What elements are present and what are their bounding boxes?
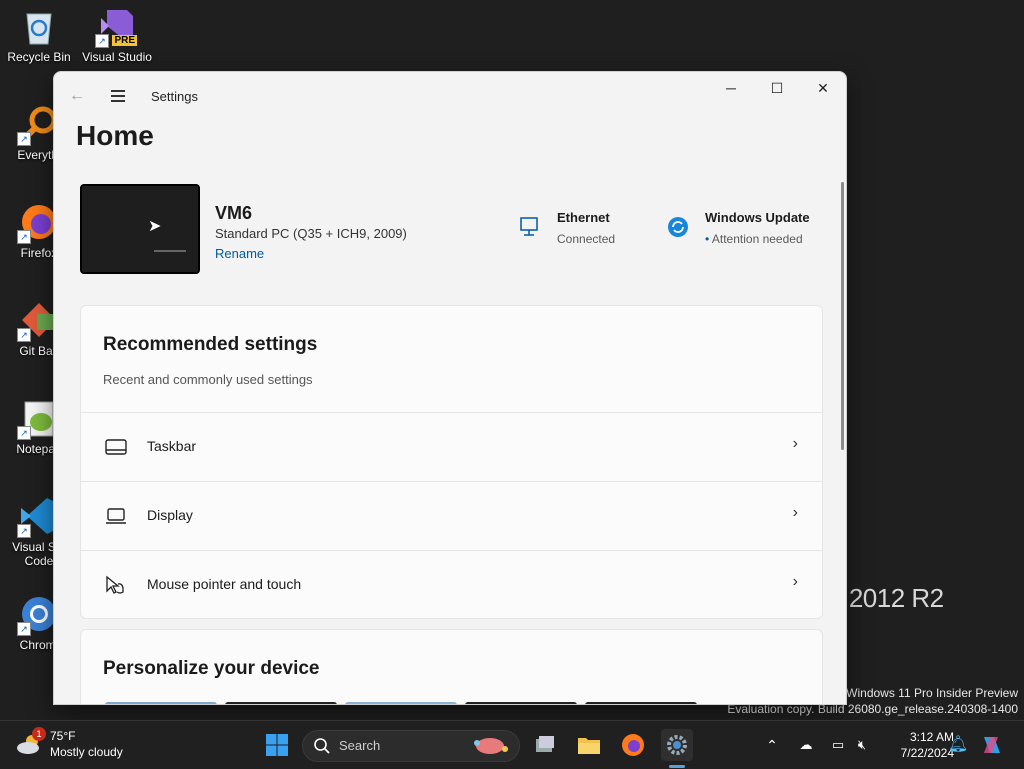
taskbar-search[interactable]: Search — [302, 730, 520, 762]
copilot-icon — [984, 737, 1000, 753]
pre-badge: PRE — [112, 35, 137, 46]
attention-dot-icon: • — [705, 232, 710, 246]
hamburger-line — [111, 95, 125, 97]
setting-row-taskbar[interactable]: Taskbar › — [81, 412, 822, 481]
setting-row-mouse-pointer[interactable]: Mouse pointer and touch › — [81, 550, 822, 619]
app-title: Settings — [151, 89, 198, 104]
setting-row-display[interactable]: Display › — [81, 481, 822, 550]
cloud-off-icon: ☁ — [799, 737, 813, 752]
rename-link[interactable]: Rename — [215, 246, 264, 261]
settings-taskbar-button[interactable] — [661, 729, 693, 761]
search-icon — [314, 738, 330, 754]
windows-logo-icon — [266, 734, 288, 756]
theme-thumbnail[interactable] — [465, 702, 577, 704]
desktop-icon-visual-studio[interactable]: PRE ↗ Visual Studio — [81, 6, 153, 64]
recommended-settings-card: Recommended settings Recent and commonly… — [80, 305, 823, 619]
personalize-title: Personalize your device — [103, 658, 320, 679]
firefox-taskbar-button[interactable] — [617, 729, 649, 761]
cursor-icon: ➤ — [148, 218, 162, 235]
back-arrow-icon: ← — [69, 87, 85, 104]
chevron-right-icon: › — [792, 573, 798, 590]
maximize-button[interactable]: ☐ — [754, 72, 800, 104]
desktop-icon-label: Recycle Bin — [7, 50, 71, 64]
recommended-settings-subtitle: Recent and commonly used settings — [103, 372, 313, 387]
copilot-button[interactable] — [976, 729, 1008, 761]
theme-thumbnail[interactable] — [585, 702, 697, 704]
shortcut-arrow-icon: ↗ — [17, 524, 31, 538]
settings-window: ← Settings ─ ☐ ✕ Home ➤ VM6 Standard PC … — [53, 71, 847, 705]
close-icon: ✕ — [817, 80, 829, 96]
progress-line — [154, 250, 186, 252]
chevron-right-icon: › — [792, 504, 798, 521]
hamburger-line — [111, 100, 125, 102]
setting-row-label: Mouse pointer and touch — [147, 576, 302, 592]
start-button[interactable] — [261, 729, 293, 761]
notification-badge: 1 — [32, 727, 46, 741]
windows-update-subtitle: • Attention needed — [705, 232, 803, 246]
file-explorer-button[interactable] — [573, 729, 605, 761]
setting-row-label: Display — [147, 507, 193, 523]
theme-thumbnail[interactable] — [345, 702, 457, 704]
personalize-card: Personalize your device — [80, 629, 823, 704]
notifications-button[interactable]: 🔔︎ — [942, 729, 974, 761]
shortcut-arrow-icon: ↗ — [17, 230, 31, 244]
weather-temperature: 75°F — [50, 729, 76, 743]
volume-muted-icon: 🔇︎ — [857, 737, 867, 752]
shortcut-arrow-icon: ↗ — [17, 426, 31, 440]
navigation-menu-button[interactable] — [106, 84, 130, 108]
taskbar: 1 75°F Mostly cloudy Search ⌃ ☁ ▭ 🔇︎ 3:1… — [0, 720, 1024, 769]
device-description: Standard PC (Q35 + ICH9, 2009) — [215, 226, 407, 241]
recycle-bin-icon — [19, 6, 59, 46]
theme-thumbnail[interactable] — [105, 702, 217, 704]
maximize-icon: ☐ — [770, 80, 784, 96]
shortcut-arrow-icon: ↗ — [17, 132, 31, 146]
visual-studio-icon: PRE ↗ — [95, 6, 137, 48]
shortcut-arrow-icon: ↗ — [17, 622, 31, 636]
desktop-icon-label: Visual Studio — [82, 50, 152, 64]
watermark-line-1: Windows 11 Pro Insider Preview — [846, 686, 1018, 700]
folder-icon — [578, 738, 600, 754]
back-button[interactable]: ← — [64, 84, 90, 108]
minimize-icon: ─ — [726, 80, 736, 96]
shortcut-arrow-icon: ↗ — [95, 34, 109, 48]
minimize-button[interactable]: ─ — [708, 72, 754, 104]
title-bar[interactable]: ← Settings ─ ☐ ✕ — [54, 72, 846, 120]
task-view-icon — [536, 736, 554, 752]
ethernet-icon — [520, 217, 538, 236]
vertical-scrollbar[interactable] — [841, 182, 844, 450]
display-icon — [106, 508, 126, 524]
search-highlight-icon — [474, 738, 508, 754]
page-title: Home — [76, 120, 154, 151]
desktop-icon-recycle-bin[interactable]: Recycle Bin — [3, 6, 75, 64]
search-placeholder: Search — [339, 738, 381, 753]
weather-description: Mostly cloudy — [50, 745, 123, 759]
theme-thumbnail[interactable] — [225, 702, 337, 704]
recommended-settings-title: Recommended settings — [103, 334, 318, 355]
volume-button[interactable]: 🔇︎ — [846, 729, 878, 761]
shortcut-arrow-icon: ↗ — [17, 328, 31, 342]
setting-row-label: Taskbar — [147, 438, 197, 454]
network-icon: ▭ — [831, 737, 845, 752]
cloud-sync-button[interactable]: ☁ — [790, 729, 822, 761]
close-button[interactable]: ✕ — [800, 72, 846, 104]
chevron-up-icon: ⌃ — [766, 737, 778, 753]
windows-update-icon — [668, 217, 688, 237]
ethernet-subtitle: Connected — [557, 232, 616, 246]
mouse-pointer-icon — [106, 575, 124, 594]
device-name: VM6 — [215, 203, 253, 223]
show-hidden-icons-button[interactable]: ⌃ — [756, 729, 788, 761]
gear-icon — [667, 735, 687, 755]
bell-icon: 🔔︎ — [947, 736, 969, 753]
windows-update-subtitle-text: Attention needed — [711, 232, 803, 246]
chevron-right-icon: › — [792, 435, 798, 452]
device-thumbnail: ➤ — [80, 184, 200, 274]
hamburger-icon — [111, 90, 125, 92]
windows-update-title: Windows Update — [705, 210, 810, 225]
task-view-button[interactable] — [529, 729, 561, 761]
firefox-icon — [622, 734, 644, 756]
ethernet-title: Ethernet — [557, 210, 610, 225]
taskbar-icon — [105, 439, 127, 455]
